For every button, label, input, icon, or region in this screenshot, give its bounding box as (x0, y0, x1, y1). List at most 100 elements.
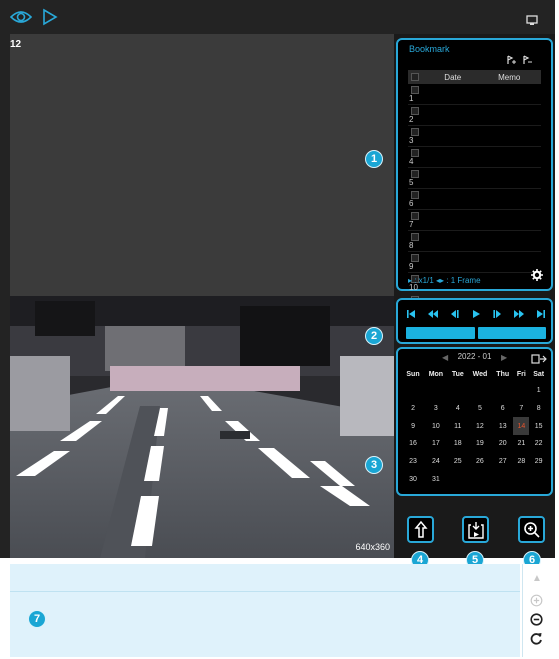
weekday-header: Mon (428, 370, 444, 378)
calendar-day[interactable]: 9 (402, 417, 424, 435)
calendar-day[interactable]: 29 (529, 453, 548, 471)
step-back-icon[interactable] (450, 306, 460, 324)
timeline-divider (10, 591, 520, 592)
calendar-day[interactable]: 21 (513, 435, 529, 453)
calendar-day[interactable]: 14 (513, 417, 530, 436)
badge-2: 2 (365, 327, 383, 345)
row-checkbox[interactable] (411, 253, 419, 262)
play-icon[interactable] (471, 306, 481, 324)
row-checkbox[interactable] (411, 85, 419, 94)
calendar-week: 2345678 (402, 400, 548, 418)
calendar-day[interactable]: 3 (424, 400, 448, 418)
skip-to-start-icon[interactable] (406, 306, 416, 324)
remove-bookmark-icon[interactable] (522, 52, 532, 70)
calendar-empty (468, 382, 492, 400)
calendar-day[interactable]: 22 (529, 435, 548, 453)
calendar-day[interactable]: 17 (424, 435, 448, 453)
video-tile-bottom[interactable]: 640x360 (10, 296, 394, 558)
calendar-week: 16 17 18 19 20 21 22 (402, 435, 548, 453)
calendar-day[interactable]: 8 (529, 400, 548, 418)
step-forward-icon[interactable] (492, 306, 502, 324)
calendar-day[interactable]: 12 (468, 417, 492, 435)
bookmark-row[interactable]: 9 (408, 251, 541, 273)
skip-to-end-icon[interactable] (536, 306, 546, 324)
export-button[interactable] (407, 516, 434, 543)
calendar-empty (424, 382, 448, 400)
bookmark-row[interactable]: 5 (408, 167, 541, 189)
calendar-day[interactable]: 15 (529, 417, 548, 435)
calendar-empty (513, 382, 529, 400)
row-checkbox[interactable] (411, 232, 419, 241)
calendar-day[interactable]: 7 (513, 400, 529, 418)
calendar-day[interactable]: 18 (448, 435, 468, 453)
column-memo: Memo (477, 70, 541, 84)
calendar-day[interactable]: 28 (513, 453, 529, 471)
calendar-day[interactable]: 11 (448, 417, 468, 435)
calendar-day[interactable]: 13 (492, 417, 513, 435)
scroll-up-icon[interactable]: ▲ (532, 573, 542, 584)
calendar-day[interactable]: 2 (402, 400, 424, 418)
calendar-day[interactable]: 31 (424, 470, 448, 488)
bookmark-row[interactable]: 8 (408, 230, 541, 252)
zoom-in-icon (523, 521, 540, 538)
fast-forward-icon[interactable] (513, 306, 525, 324)
clip-export-icon (467, 521, 484, 539)
calendar-day[interactable]: 27 (492, 453, 513, 471)
weekday-header: Fri (516, 370, 526, 378)
timeline-bar[interactable] (406, 327, 546, 339)
zoom-button[interactable] (518, 516, 545, 543)
row-checkbox[interactable] (411, 190, 419, 199)
bookmark-panel: Bookmark Date Memo 1 2 3 4 5 6 7 8 9 10 … (396, 38, 553, 336)
row-checkbox[interactable] (411, 169, 419, 178)
calendar-day[interactable]: 19 (468, 435, 492, 453)
zoom-out-icon[interactable] (530, 613, 543, 631)
bookmark-row[interactable]: 6 (408, 188, 541, 210)
calendar-day[interactable]: 6 (492, 400, 513, 418)
calendar-day[interactable]: 25 (448, 453, 468, 471)
zoom-in-disabled-icon[interactable] (530, 594, 543, 612)
bookmark-row[interactable]: 7 (408, 209, 541, 231)
row-checkbox[interactable] (411, 127, 419, 136)
calendar-day[interactable]: 30 (402, 470, 424, 488)
row-checkbox[interactable] (411, 106, 419, 115)
calendar-panel: ◀ 2022 - 01 ▶ Sun Mon Tue Wed Thu Fri Sat 1234… (396, 347, 553, 496)
play-outline-icon[interactable] (42, 8, 58, 31)
add-bookmark-icon[interactable] (506, 52, 516, 70)
playback-buttons (406, 306, 546, 324)
timeline-segment-left[interactable] (406, 327, 475, 339)
playback-control-panel (396, 298, 553, 344)
next-month-icon[interactable]: ▶ (501, 353, 507, 362)
calendar-day[interactable]: 10 (424, 417, 448, 435)
bookmark-row[interactable]: 2 (408, 104, 541, 126)
calendar-day[interactable]: 1 (529, 382, 548, 400)
gear-icon[interactable] (531, 268, 543, 286)
camera-label: 12 (10, 39, 22, 50)
video-tile-top[interactable]: 12 (10, 34, 394, 296)
calendar-empty (492, 382, 513, 400)
calendar-day[interactable]: 24 (424, 453, 448, 471)
bookmark-row[interactable]: 1 (408, 84, 541, 105)
timeline-segment-right[interactable] (477, 327, 546, 339)
clip-button[interactable] (462, 516, 489, 543)
calendar-day[interactable]: 16 (402, 435, 424, 453)
refresh-icon[interactable] (530, 632, 543, 650)
calendar-day[interactable]: 4 (448, 400, 468, 418)
eye-icon[interactable] (9, 8, 33, 31)
calendar-empty (492, 470, 513, 488)
bookmark-row[interactable]: 4 (408, 146, 541, 168)
calendar-empty (513, 470, 529, 488)
calendar-day[interactable]: 26 (468, 453, 492, 471)
bookmark-row[interactable]: 3 (408, 125, 541, 147)
timeline-area[interactable] (10, 564, 520, 657)
calendar-empty (448, 470, 468, 488)
select-all-checkbox[interactable] (411, 73, 419, 82)
popout-window-icon[interactable] (526, 13, 538, 31)
row-checkbox[interactable] (411, 148, 419, 157)
row-checkbox[interactable] (411, 211, 419, 220)
calendar-day[interactable]: 5 (468, 400, 492, 418)
calendar-day[interactable]: 20 (492, 435, 513, 453)
weekday-header: Thu (496, 370, 510, 378)
fast-rewind-icon[interactable] (427, 306, 439, 324)
calendar-day[interactable]: 23 (402, 453, 424, 471)
calendar-grid: Sun Mon Tue Wed Thu Fri Sat 1 2 3 4 5 6 7 8 9 10 11 12 13 1… (402, 366, 548, 488)
